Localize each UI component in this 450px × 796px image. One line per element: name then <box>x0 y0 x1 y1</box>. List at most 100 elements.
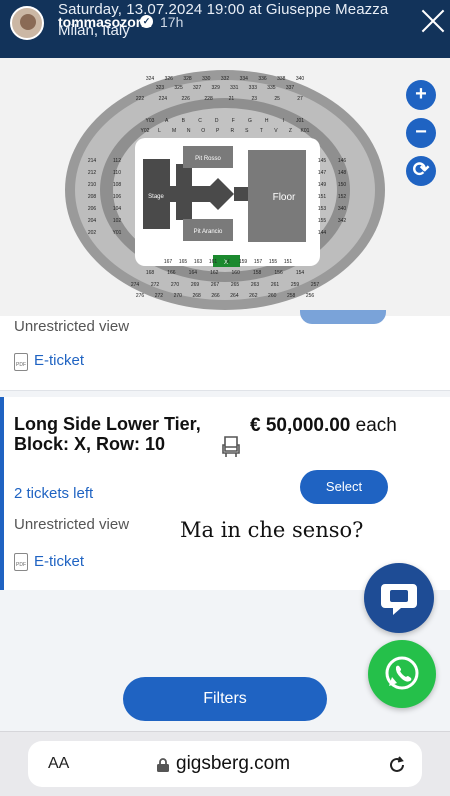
section-label: D <box>215 118 219 124</box>
section-label: 342 <box>338 218 347 224</box>
zoom-out-button[interactable]: − <box>406 118 436 148</box>
section-label: 212 <box>88 170 97 176</box>
section-label: 323 <box>156 85 165 91</box>
section-label: 256 <box>306 293 315 299</box>
section-label: 155 <box>269 259 278 265</box>
section-label: C <box>198 118 202 124</box>
section-label: L <box>158 128 161 134</box>
lock-icon <box>157 758 169 772</box>
section-label: 274 <box>131 282 140 288</box>
verified-badge-icon: ✓ <box>140 15 153 28</box>
section-label: 270 <box>171 282 180 288</box>
whatsapp-icon <box>385 656 419 690</box>
reset-view-button[interactable]: ⟳ <box>406 156 436 186</box>
stage-label: Stage <box>148 194 164 200</box>
section-label: M <box>172 128 176 134</box>
text-size-button[interactable]: AA <box>48 755 69 773</box>
section-label: Z <box>289 128 292 134</box>
section-label: 258 <box>287 293 296 299</box>
section-label: Y01 <box>113 230 122 236</box>
section-label: 266 <box>211 293 220 299</box>
section-label: 208 <box>88 194 97 200</box>
section-label: T <box>260 128 263 134</box>
section-label: 157 <box>254 259 263 265</box>
listing-title: Long Side Lower Tier, Block: X, Row: 10 <box>14 414 201 454</box>
close-icon[interactable] <box>418 6 448 36</box>
select-button-partial[interactable] <box>300 310 386 324</box>
section-label: I <box>283 118 284 124</box>
section-label: 156 <box>274 270 283 276</box>
story-time: 17h <box>160 14 184 30</box>
pdf-icon: PDF <box>14 553 28 571</box>
section-label: 163 <box>194 259 203 265</box>
section-label: 23 <box>252 96 258 102</box>
whatsapp-button[interactable] <box>368 640 436 708</box>
listing-price: € 50,000.00 each <box>250 415 397 437</box>
section-label: 265 <box>231 282 240 288</box>
section-label: 267 <box>211 282 220 288</box>
section-label: 214 <box>88 158 97 164</box>
section-label: 263 <box>251 282 260 288</box>
section-label: 21 <box>229 96 235 102</box>
section-label: 144 <box>318 230 327 236</box>
section-label: 337 <box>286 85 295 91</box>
user-avatar[interactable] <box>10 6 44 40</box>
zoom-in-button[interactable]: + <box>406 80 436 110</box>
section-label: 146 <box>338 158 347 164</box>
section-label: G <box>248 118 252 124</box>
section-label: 159 <box>239 259 248 265</box>
section-label: Y02 <box>141 128 150 134</box>
story-caption: Ma in che senso? <box>180 518 364 542</box>
section-label: 104 <box>113 206 122 212</box>
section-label: 167 <box>164 259 173 265</box>
section-label: 168 <box>146 270 155 276</box>
section-label: 145 <box>318 158 327 164</box>
stage-runway-2 <box>234 187 250 201</box>
section-label: 110 <box>113 170 121 176</box>
section-label: 228 <box>204 96 213 102</box>
section-label: 335 <box>267 85 276 91</box>
url-field[interactable]: AA gigsberg.com <box>28 741 422 787</box>
section-label: 106 <box>113 194 122 200</box>
stage-wing <box>176 164 192 220</box>
pit-rosso-label: Pit Rosso <box>195 156 221 162</box>
section-label: F <box>232 118 235 124</box>
section-label: 162 <box>210 270 219 276</box>
select-button[interactable]: Select <box>300 470 388 504</box>
section-label: 333 <box>249 85 258 91</box>
section-label: 224 <box>159 96 168 102</box>
reload-icon[interactable] <box>386 754 408 776</box>
filters-button[interactable]: Filters <box>123 677 327 721</box>
view-type: Unrestricted view <box>14 318 130 335</box>
section-label: 340 <box>338 206 347 212</box>
section-label: 149 <box>318 182 327 188</box>
section-label: 151 <box>318 194 327 200</box>
section-label: N <box>187 128 191 134</box>
section-label: 158 <box>253 270 262 276</box>
section-label: 338 <box>277 76 286 82</box>
section-label: 102 <box>113 218 122 224</box>
section-label: 261 <box>271 282 280 288</box>
section-label: 160 <box>232 270 241 276</box>
section-label: 155 <box>318 218 327 224</box>
section-label: 330 <box>202 76 211 82</box>
section-label: 147 <box>318 170 327 176</box>
listing-card[interactable]: Long Side Lower Tier, Block: X, Row: 10 … <box>0 397 450 590</box>
section-label: 152 <box>338 194 347 200</box>
section-label: 270 <box>174 293 183 299</box>
section-label: 269 <box>191 282 200 288</box>
section-label: 332 <box>221 76 230 82</box>
chat-button[interactable] <box>364 563 434 633</box>
price-amount: € 50,000.00 <box>250 415 351 436</box>
section-label: 202 <box>88 230 97 236</box>
story-header: Saturday, 13.07.2024 19:00 at Giuseppe M… <box>0 0 450 58</box>
section-label: J01 <box>296 118 304 124</box>
url-text: gigsberg.com <box>176 753 291 774</box>
stadium-map-svg[interactable]: Stage FloorPit RossoPit ArancioX324 326 328… <box>0 58 450 316</box>
section-label: 257 <box>311 282 320 288</box>
stadium-map[interactable]: Stage Floor Pit Rosso Pit Arancio X 324 326 328… <box>0 58 450 316</box>
section-label: 336 <box>258 76 267 82</box>
tickets-left: 2 tickets left <box>14 485 94 502</box>
section-label: 324 <box>146 76 155 82</box>
section-label: O <box>201 128 205 134</box>
